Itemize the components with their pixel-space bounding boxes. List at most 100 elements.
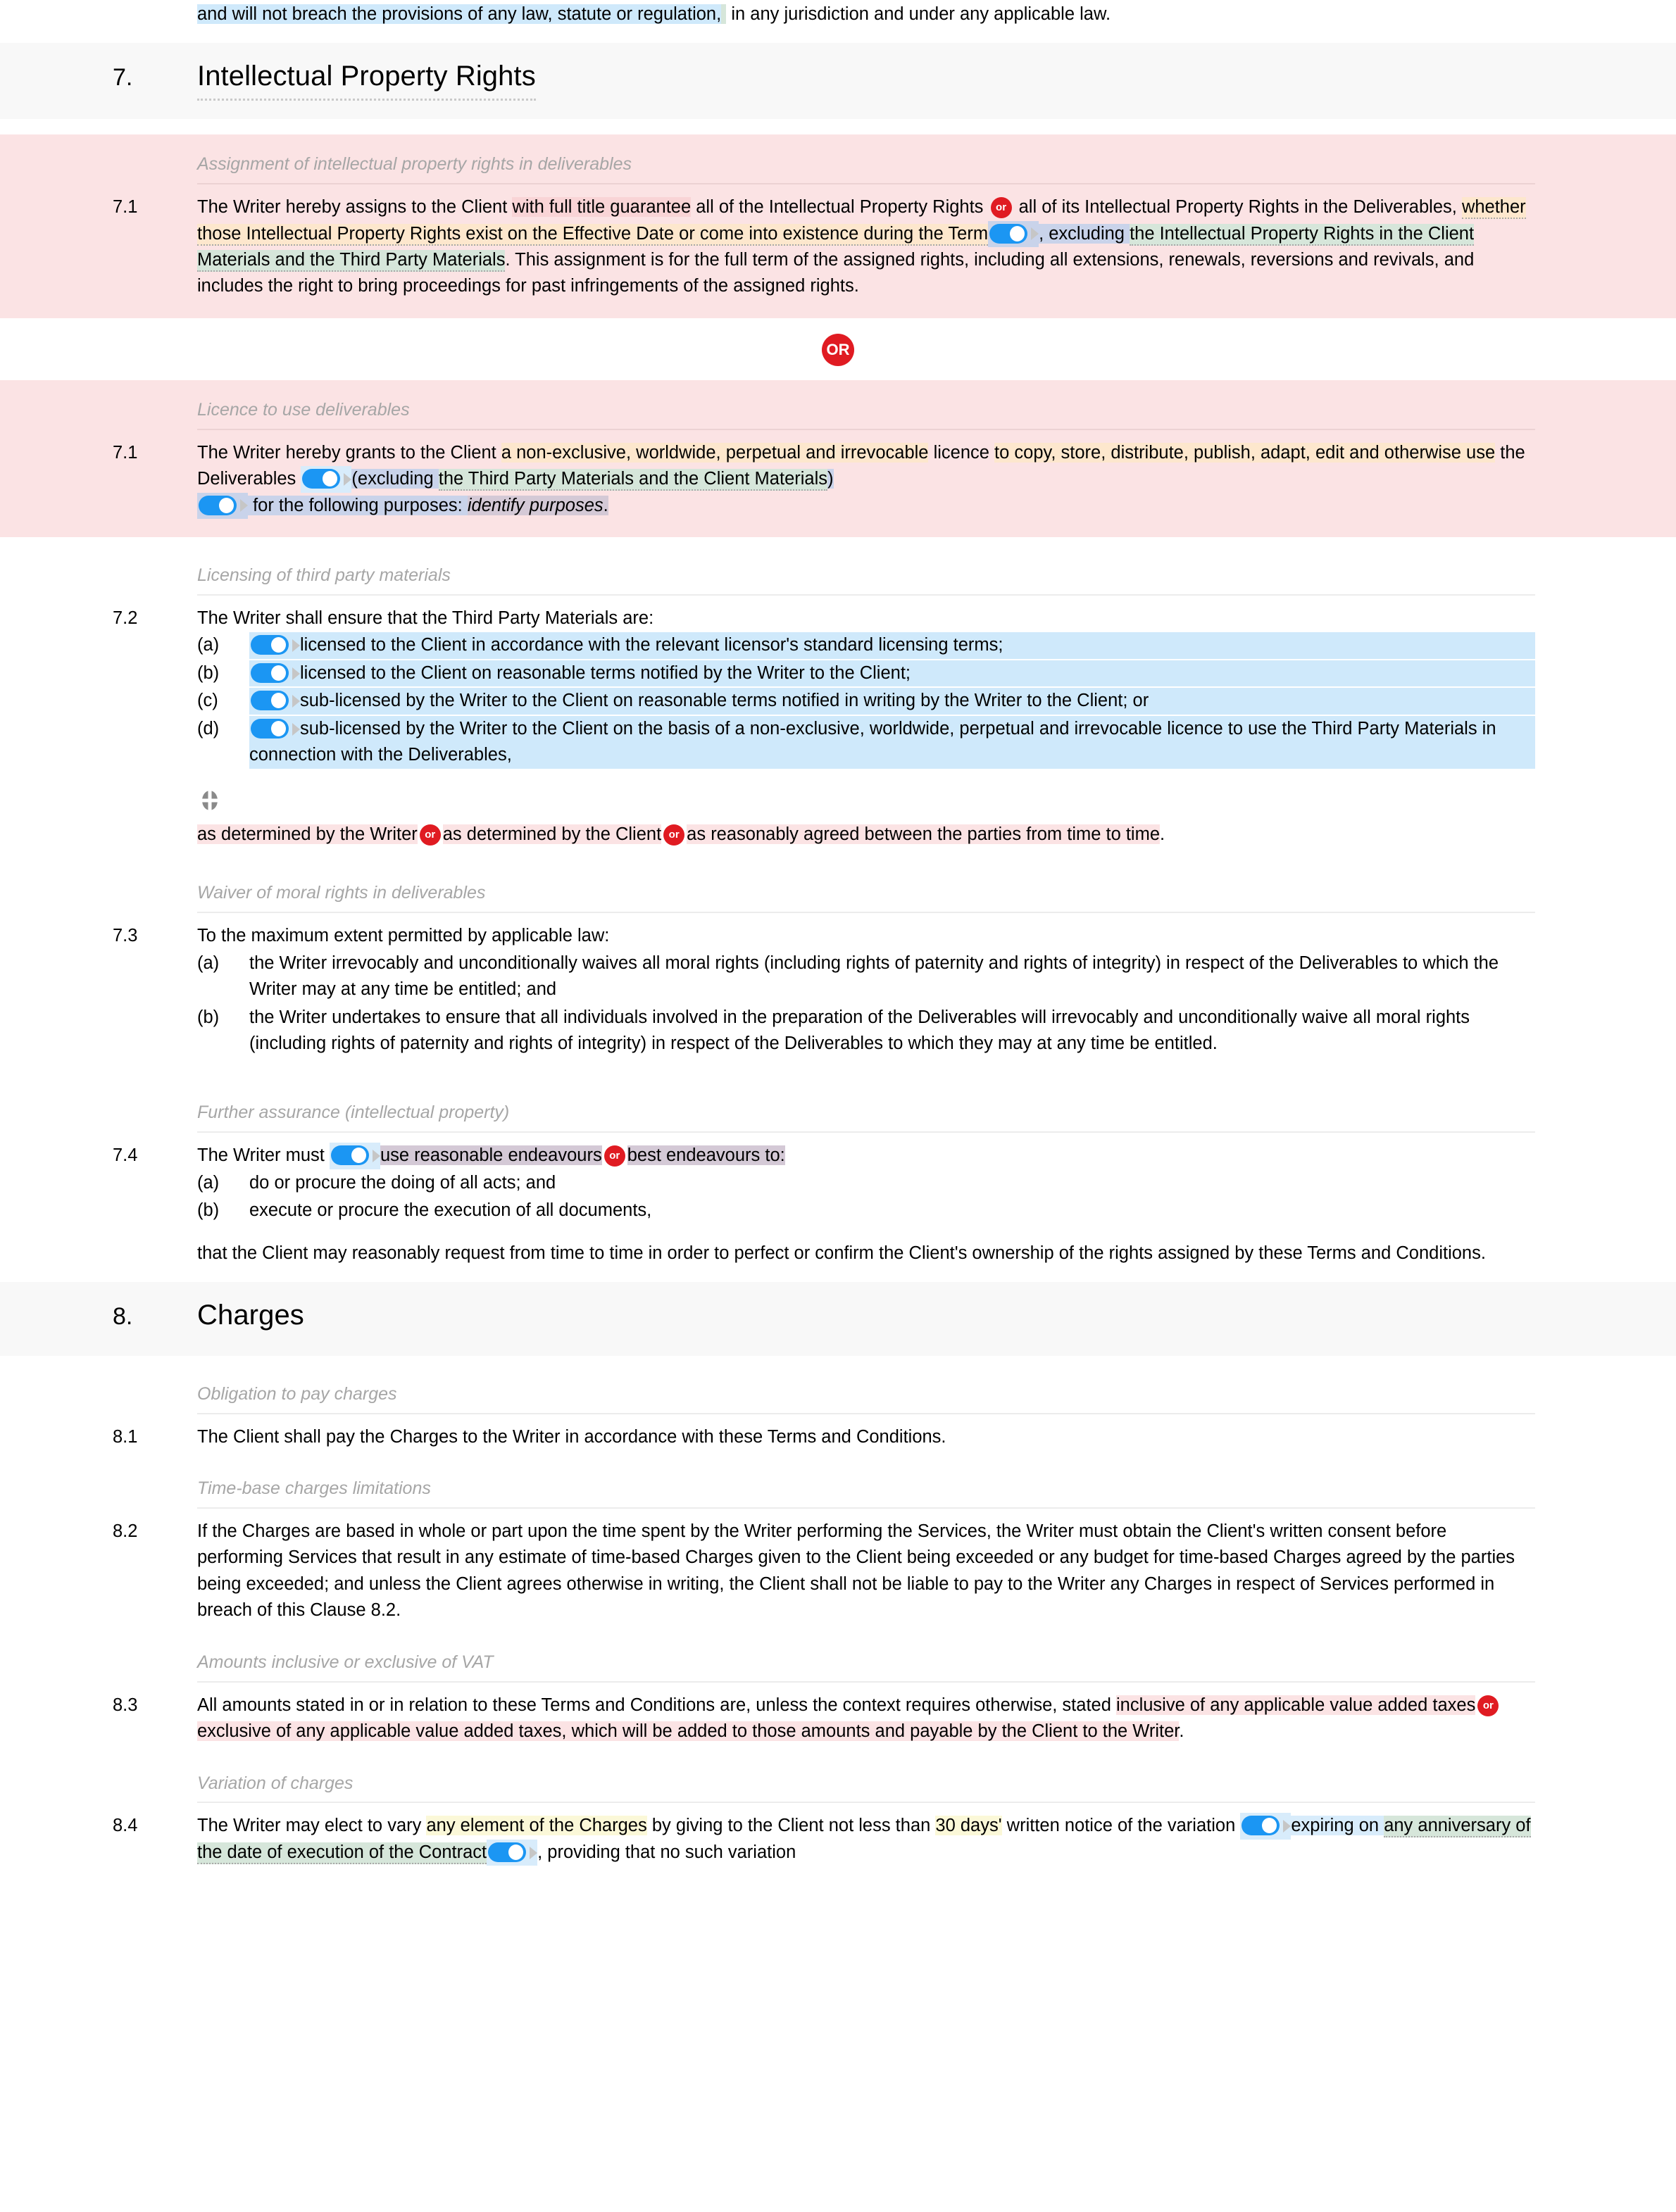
clause-number: 7.2 (113, 608, 138, 628)
c74-t2: use reasonable endeavours (380, 1145, 602, 1166)
gutter (113, 1090, 197, 1143)
clause-body: The Client shall pay the Charges to the … (197, 1426, 946, 1447)
c74-tail: that the Client may reasonably request f… (197, 1243, 1486, 1263)
item-text: licensed to the Client on reasonable ter… (300, 662, 911, 683)
c71b-t1: The Writer hereby grants to the Client (197, 442, 501, 463)
toggle-c71a[interactable] (988, 220, 1039, 247)
clause-number: 8.3 (113, 1695, 138, 1715)
list-item: (a) the Writer irrevocably and unconditi… (197, 950, 1535, 1004)
item-text-wrap: licensed to the Client on reasonable ter… (249, 660, 1535, 687)
c74-list: (a) do or procure the doing of all acts;… (197, 1169, 1535, 1225)
c84-t1: The Writer may elect to vary (197, 1816, 427, 1836)
item-text: licensed to the Client in accordance wit… (300, 635, 1003, 655)
or-badge-icon[interactable]: or (419, 824, 441, 846)
toggle-switch-icon[interactable] (989, 223, 1028, 244)
c71b-t2: a non-exclusive, worldwide, perpetual an… (501, 442, 929, 463)
toggle-switch-icon[interactable] (302, 469, 341, 489)
toggle-c74[interactable] (329, 1143, 380, 1169)
subhead-vat-row: Amounts inclusive or exclusive of VAT (0, 1640, 1676, 1692)
subhead-waiver-row: Waiver of moral rights in deliverables (0, 870, 1676, 923)
c83-t2: inclusive of any applicable value added … (1115, 1695, 1476, 1715)
c74-t1: The Writer must (197, 1145, 330, 1166)
toggle-switch-icon[interactable] (330, 1145, 369, 1166)
toggle-switch-icon[interactable] (251, 635, 289, 655)
toggle-switch-icon[interactable] (251, 662, 289, 683)
c73-lead-text: To the maximum extent permitted by appli… (197, 926, 610, 946)
toggle-c84-1[interactable] (1240, 1813, 1292, 1840)
c74-t3: best endeavours (627, 1145, 761, 1166)
clause-body: The Writer hereby assigns to the Client … (197, 194, 1535, 300)
item-label: (b) (197, 1200, 220, 1221)
c84-t2: any element of the Charges (426, 1816, 647, 1836)
toggle-switch-icon[interactable] (199, 495, 237, 515)
item-text: the Writer irrevocably and unconditional… (249, 953, 1499, 1000)
toggle-c71b-2[interactable] (197, 492, 248, 520)
toggle-switch-icon[interactable] (251, 718, 289, 739)
item-text: sub-licensed by the Writer to the Client… (249, 718, 1496, 765)
or-badge-icon[interactable]: or (604, 1145, 625, 1167)
subhead-vat-main: Amounts inclusive or exclusive of VAT (197, 1640, 1535, 1692)
clause-number: 8.4 (113, 1816, 138, 1836)
c72-lead: The Writer shall ensure that the Third P… (197, 605, 1535, 631)
toggle-switch-icon[interactable] (251, 691, 289, 711)
toggle-c84-2[interactable] (487, 1839, 538, 1866)
move-crosshair-icon[interactable] (197, 787, 223, 813)
c74-t4: to: (760, 1145, 785, 1166)
toggle-c71b-1[interactable] (301, 466, 352, 493)
gutter (113, 553, 197, 605)
list-item: (b) execute or procure the execution of … (197, 1197, 1535, 1224)
clause-body: The Writer may elect to vary any element… (197, 1813, 1535, 1866)
item-text: the Writer undertakes to ensure that all… (249, 1007, 1470, 1053)
subhead-obligation: Obligation to pay charges (197, 1371, 1535, 1414)
toggle-c72-d[interactable] (249, 716, 300, 742)
clause-number: 8.1 (113, 1426, 138, 1447)
c72-tail-b: as determined by the Client (442, 824, 662, 844)
item-text: do or procure the doing of all acts; and (249, 1172, 556, 1193)
clause-8-3: 8.3 All amounts stated in or in relation… (0, 1692, 1676, 1745)
or-divider-badge-icon[interactable]: OR (822, 333, 854, 366)
clause-number: 7.3 (113, 926, 138, 946)
subhead-licence: Licence to use deliverables (197, 387, 1535, 430)
toggle-c72-c[interactable] (249, 688, 300, 714)
or-badge-icon[interactable]: or (990, 197, 1012, 219)
clause-body: The Writer shall ensure that the Third P… (197, 605, 1535, 848)
toggle-switch-icon[interactable] (1242, 1816, 1280, 1836)
c71b-t10: identify purposes (467, 495, 604, 515)
c71b-t4: to copy, store, distribute, publish, ada… (994, 442, 1496, 463)
gutter (113, 0, 197, 27)
toggle-switch-icon[interactable] (488, 1842, 527, 1862)
gutter (113, 142, 197, 194)
item-text-wrap: sub-licensed by the Writer to the Client… (249, 715, 1535, 769)
or-badge-icon[interactable]: or (663, 824, 685, 846)
subhead-variation-main: Variation of charges (197, 1761, 1535, 1814)
toggle-c72-a[interactable] (249, 632, 300, 658)
item-label: (c) (197, 691, 218, 711)
c71b-t9: for the following purposes: (248, 495, 468, 515)
subhead-timebase-row: Time-base charges limitations (0, 1466, 1676, 1519)
clause-body: The Writer hereby grants to the Client a… (197, 440, 1535, 520)
list-item: (a) licensed to the Client in accordance… (197, 631, 1535, 659)
clause-8-2: 8.2 If the Charges are based in whole or… (0, 1519, 1676, 1624)
top-fragment-row: and will not breach the provisions of an… (0, 0, 1676, 27)
item-label: (a) (197, 953, 220, 973)
item-text-wrap: licensed to the Client in accordance wit… (249, 632, 1535, 659)
c74-lead: The Writer must use reasonable endeavour… (197, 1143, 1535, 1169)
subhead-assignment: Assignment of intellectual property righ… (197, 142, 1535, 185)
subhead-further-main: Further assurance (intellectual property… (197, 1090, 1535, 1143)
clause-body: The Writer must use reasonable endeavour… (197, 1143, 1535, 1267)
toggle-c72-b[interactable] (249, 660, 300, 686)
c72-tail-a: as determined by the Writer (197, 824, 418, 844)
c72-lead-text: The Writer shall ensure that the Third P… (197, 608, 654, 628)
c84-t5: written notice of the variation (1001, 1816, 1241, 1836)
clause-number: 7.4 (113, 1145, 138, 1166)
or-badge-icon[interactable]: or (1477, 1695, 1499, 1716)
subhead-waiver-main: Waiver of moral rights in deliverables (197, 870, 1535, 923)
top-fragment-tail: in any jurisdiction and under any applic… (726, 4, 1111, 24)
clause-body: To the maximum extent permitted by appli… (197, 923, 1535, 1057)
item-label: (a) (197, 635, 220, 655)
alternative-clause-block-a: Assignment of intellectual property righ… (0, 134, 1676, 318)
alternative-clause-block-b: Licence to use deliverables 7.1 The Writ… (0, 379, 1676, 538)
